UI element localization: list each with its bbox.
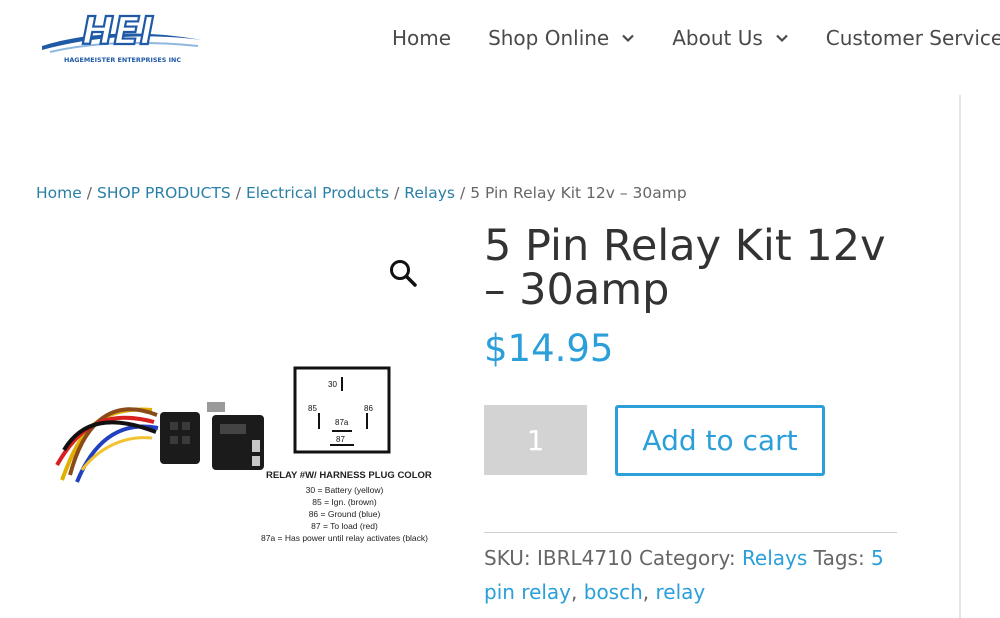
breadcrumb-shop-products[interactable]: SHOP PRODUCTS [97, 184, 231, 202]
tag-separator: , [642, 580, 650, 604]
nav-about-us[interactable]: About Us [672, 26, 789, 50]
breadcrumb-separator: / [86, 184, 93, 202]
nav-shop-online-label: Shop Online [488, 26, 610, 50]
logo-wordmark: HEI [82, 10, 154, 53]
site-logo[interactable]: HEI HAGEMEISTER ENTERPRISES INC [40, 8, 205, 65]
nav-about-us-label: About Us [672, 26, 763, 50]
tags-label: Tags: [813, 546, 865, 570]
tag-separator: , [571, 580, 578, 604]
legend-item: 30 = Battery (yellow) [305, 485, 384, 495]
sidebar-divider [959, 95, 961, 618]
legend-item: 86 = Ground (blue) [308, 509, 381, 519]
category-label: Category: [638, 546, 736, 570]
logo-company-name: HAGEMEISTER ENTERPRISES INC [64, 56, 181, 64]
legend-item: 87a = Has power until relay activates (b… [260, 533, 428, 543]
chevron-down-icon [622, 34, 635, 43]
tag-link-bosch[interactable]: bosch [584, 580, 643, 604]
magnifier-icon[interactable] [388, 258, 418, 288]
chevron-down-icon [776, 34, 788, 43]
pin-label-87: 87 [336, 435, 345, 444]
add-to-cart-button[interactable]: Add to cart [615, 405, 825, 476]
nav-home[interactable]: Home [392, 26, 451, 50]
product-title: 5 Pin Relay Kit 12v – 30amp [484, 221, 886, 315]
pin-label-86: 86 [364, 404, 373, 413]
breadcrumb-separator: / [394, 184, 400, 202]
legend-item: 85 = Ign. (brown) [312, 497, 377, 507]
breadcrumb: Home / SHOP PRODUCTS / Electrical Products / R… [36, 184, 687, 202]
relay-pin-diagram: 30 85 87a 86 87 [292, 365, 392, 455]
relay-legend: 30 = Battery (yellow) 85 = Ign. (brown) … [257, 484, 432, 544]
quantity-input[interactable] [484, 405, 587, 475]
product-image[interactable]: 30 85 87a 86 87 RELAY #W/ HARNESS PLUG C… [52, 360, 442, 550]
relay-diagram-title: RELAY #W/ HARNESS PLUG COLOR [266, 470, 432, 481]
pin-label-85: 85 [308, 404, 317, 413]
sku-label: SKU: [484, 546, 531, 570]
nav-customer-service[interactable]: Customer Service [826, 26, 1000, 50]
breadcrumb-separator: / [235, 184, 241, 202]
relay-harness-photo [55, 402, 264, 483]
main-nav: Home Shop Online About Us Customer Servi… [392, 22, 1000, 54]
nav-shop-online[interactable]: Shop Online [488, 26, 635, 50]
tag-link-relay[interactable]: relay [656, 580, 706, 604]
breadcrumb-separator: / [459, 184, 466, 202]
pin-label-87a: 87a [335, 418, 349, 427]
breadcrumb-electrical-products[interactable]: Electrical Products [246, 184, 389, 202]
nav-customer-service-label: Customer Service [825, 26, 1000, 50]
legend-item: 87 = To load (red) [311, 521, 378, 531]
breadcrumb-home[interactable]: Home [36, 184, 82, 202]
breadcrumb-relays[interactable]: Relays [404, 184, 455, 202]
category-link-relays[interactable]: Relays [742, 546, 807, 570]
sku-value: IBRL4710 [537, 546, 633, 570]
pin-label-30: 30 [328, 380, 337, 389]
meta-divider [484, 532, 897, 533]
breadcrumb-current: 5 Pin Relay Kit 12v – 30amp [470, 184, 687, 202]
nav-home-label: Home [392, 26, 452, 50]
product-meta: SKU: IBRL4710 Category: Relays Tags: 5 p… [484, 541, 904, 609]
product-price: $14.95 [484, 327, 614, 370]
